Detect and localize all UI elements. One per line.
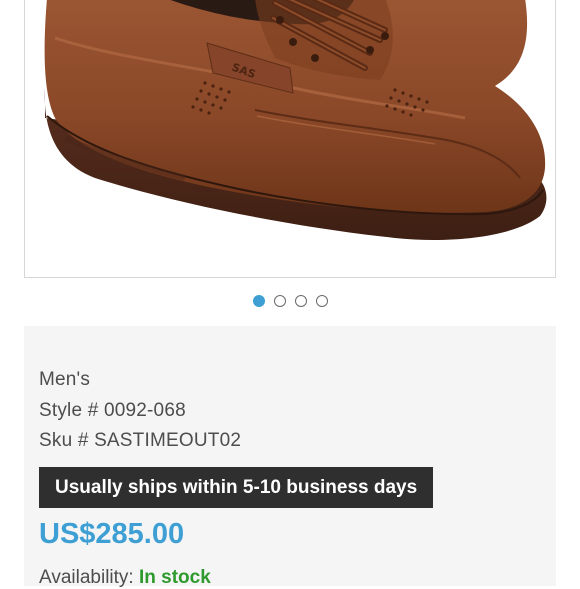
shoe-illustration: SAS xyxy=(44,0,547,240)
carousel-dot-1[interactable] xyxy=(252,295,265,307)
product-sku: Sku # SASTIMEOUT02 xyxy=(39,430,242,451)
availability-label: Availability: xyxy=(39,567,134,588)
availability-status: In stock xyxy=(138,567,211,588)
product-info-panel: Men's Style # 0092-068 Sku # SASTIMEOUT0… xyxy=(24,326,556,589)
product-image[interactable]: SAS xyxy=(24,0,556,278)
product-price: US$285.00 xyxy=(39,518,185,550)
carousel-dot-3[interactable] xyxy=(294,295,307,307)
shipping-notice-badge: Usually ships within 5-10 business days xyxy=(39,467,434,508)
availability-line: Availability: In stock xyxy=(39,567,211,589)
product-gender: Men's xyxy=(39,369,91,390)
carousel-dot-4[interactable] xyxy=(315,295,328,307)
carousel-dot-2[interactable] xyxy=(273,295,286,307)
product-style-number: Style # 0092-068 xyxy=(39,400,186,421)
carousel-indicators xyxy=(0,295,580,307)
